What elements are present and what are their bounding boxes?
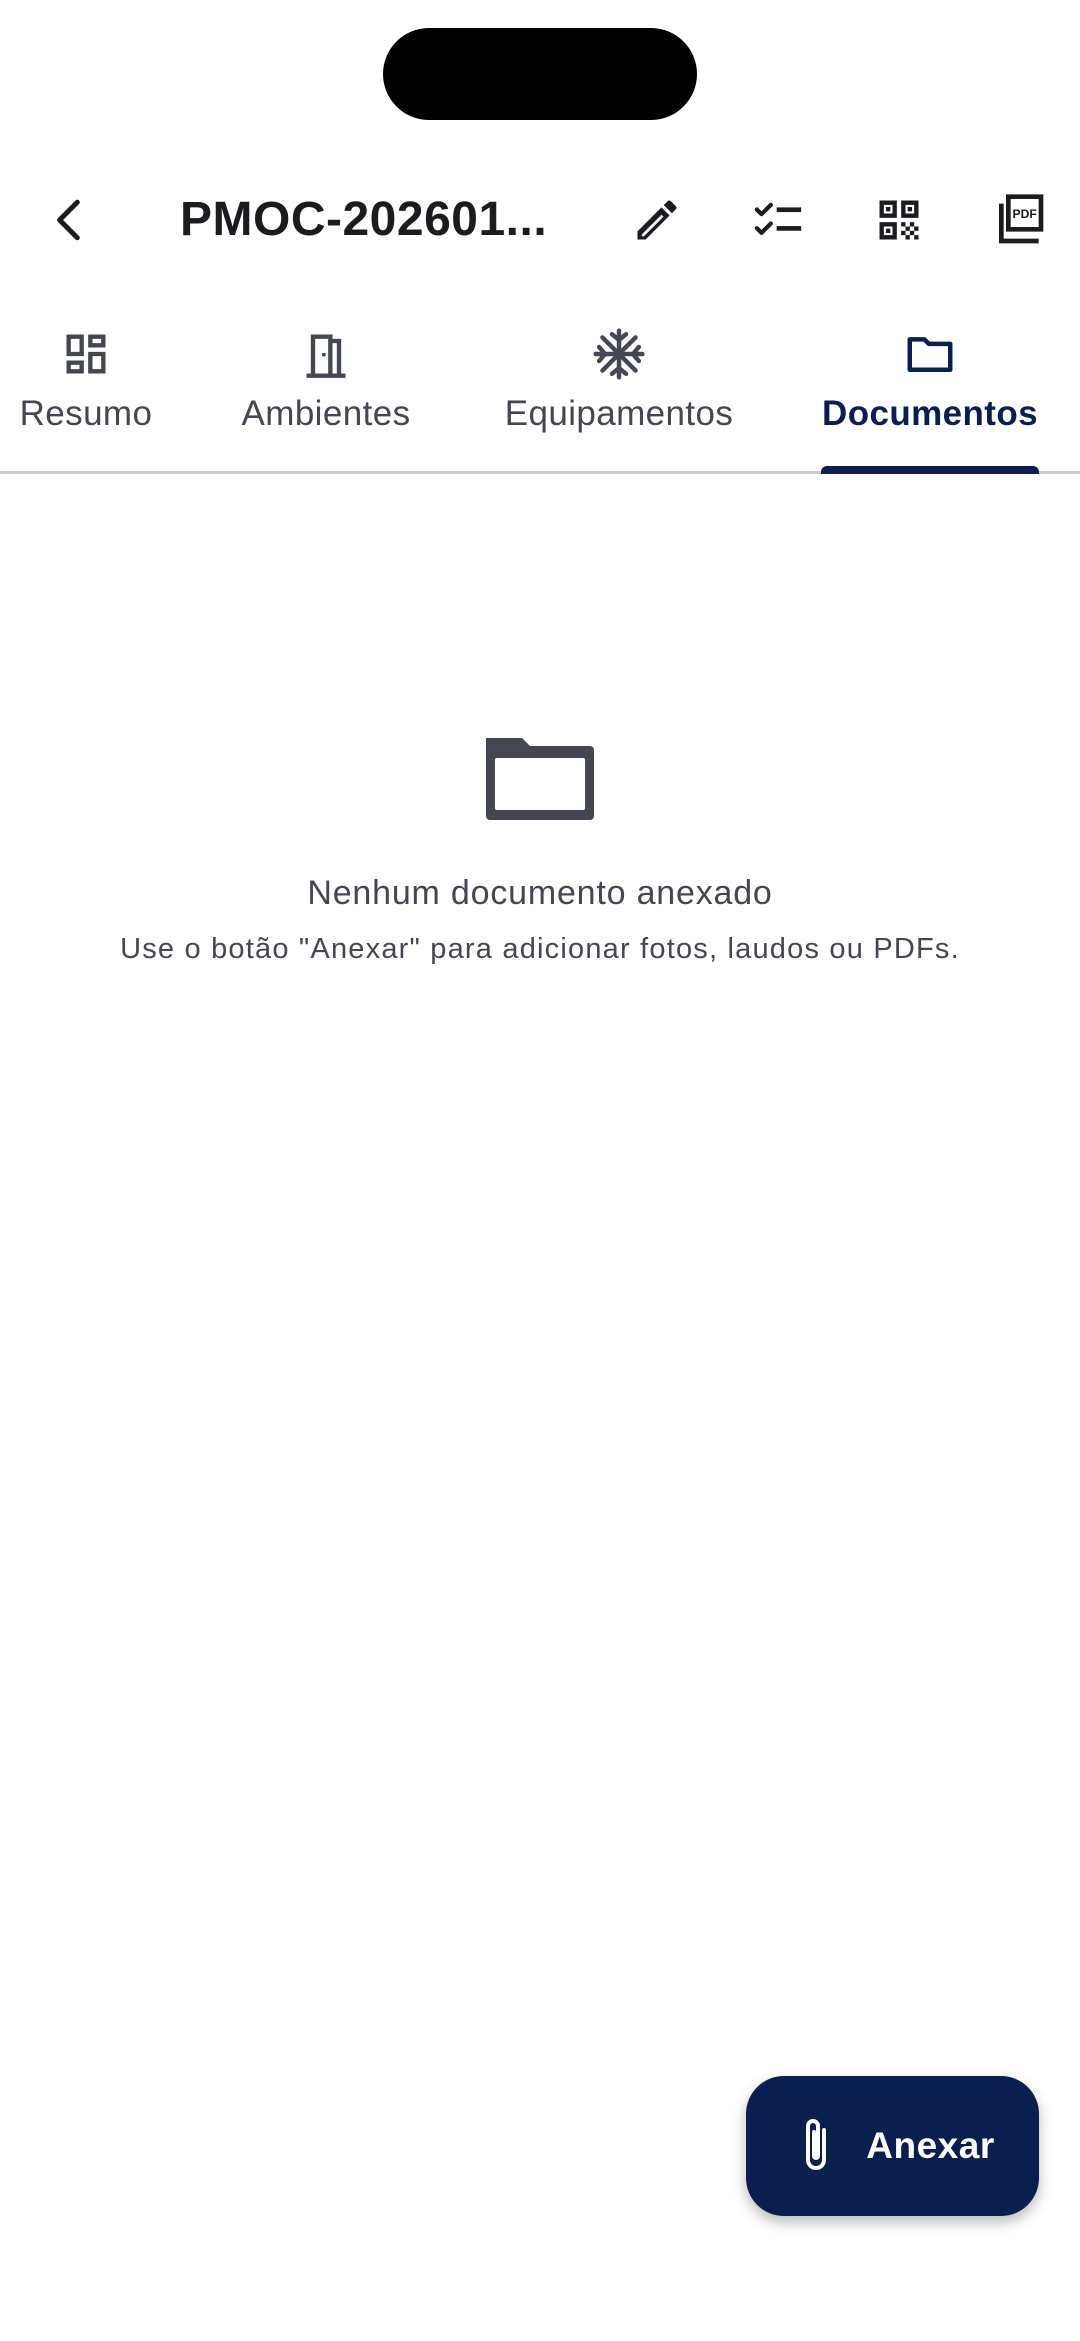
paperclip-icon	[806, 2119, 827, 2170]
edit-pencil-icon	[637, 200, 677, 240]
tab-ambientes-label: Ambientes	[241, 394, 411, 433]
tab-bar: Resumo Ambientes Equipamentos Documentos	[0, 300, 1080, 474]
attach-fab-label: Anexar	[866, 2125, 995, 2166]
tab-resumo-label: Resumo	[19, 394, 153, 433]
active-tab-indicator	[821, 466, 1039, 474]
top-app-bar: PMOC-202601... PDF	[0, 170, 1080, 270]
tab-equipamentos-label: Equipamentos	[504, 394, 734, 433]
edit-button[interactable]	[612, 170, 702, 270]
tab-documentos[interactable]: Documentos	[810, 300, 1050, 474]
attach-fab-button[interactable]: Anexar	[746, 2076, 1039, 2216]
checklist-button[interactable]	[734, 170, 824, 270]
checklist-icon	[754, 202, 802, 235]
arrow-back-icon	[57, 199, 80, 241]
dashboard-icon	[66, 334, 106, 374]
svg-text:PDF: PDF	[1013, 207, 1037, 221]
qr-code-icon	[879, 200, 919, 240]
folder-icon	[907, 337, 953, 372]
camera-cutout	[383, 28, 697, 120]
pdf-button[interactable]: PDF	[975, 170, 1065, 270]
back-button[interactable]	[25, 170, 115, 270]
tab-ambientes[interactable]: Ambientes	[220, 300, 432, 474]
empty-state-title: Nenhum documento anexado	[307, 874, 773, 912]
empty-state-icon-wrapper	[0, 730, 1080, 830]
door-icon	[306, 334, 346, 378]
snowflake-icon	[593, 328, 645, 380]
tab-equipamentos[interactable]: Equipamentos	[490, 300, 748, 474]
empty-state: Nenhum documento anexado Use o botão "An…	[0, 730, 1080, 966]
pdf-icon: PDF	[999, 194, 1044, 244]
tab-resumo[interactable]: Resumo	[0, 300, 172, 474]
documents-screen: PMOC-202601... PDF Resumo Ambientes Equi…	[0, 0, 1080, 2341]
folder-icon	[486, 738, 594, 820]
qr-code-button[interactable]	[854, 170, 944, 270]
tab-documentos-label: Documentos	[822, 394, 1038, 433]
page-title: PMOC-202601...	[180, 193, 548, 246]
empty-state-subtitle: Use o botão "Anexar" para adicionar foto…	[120, 933, 960, 965]
